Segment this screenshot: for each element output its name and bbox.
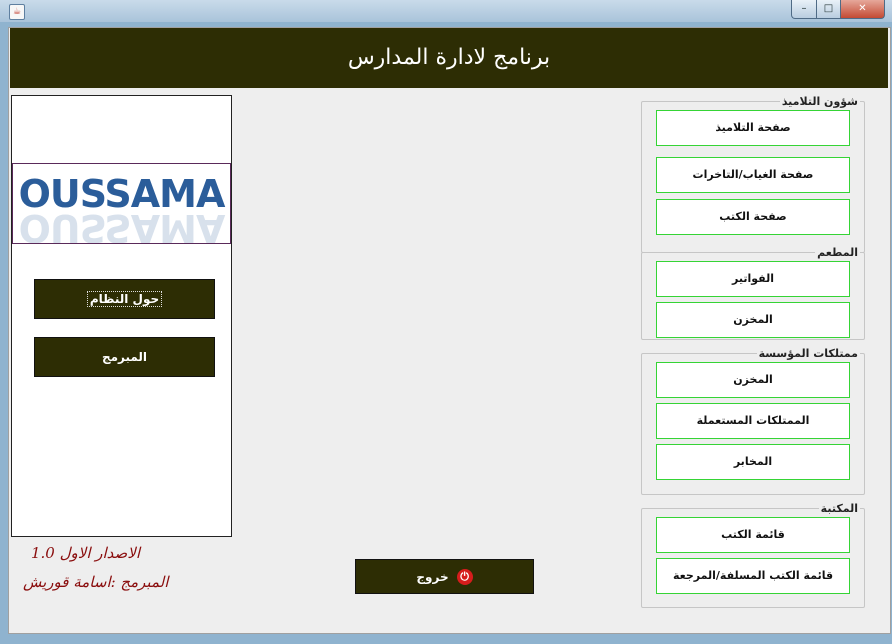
library-group: المكتبة قائمة الكتب قائمة الكتب المسلفة/… (641, 502, 865, 608)
close-button[interactable]: ✕ (841, 0, 885, 19)
minimize-button[interactable]: – (791, 0, 817, 19)
lent-books-list-button[interactable]: قائمة الكتب المسلفة/المرجعة (656, 558, 850, 594)
developer-credit: المبرمج :اسامة قوريش (23, 573, 169, 591)
students-group-title: شؤون التلاميذ (779, 95, 860, 108)
exit-button[interactable]: خروج ⏻ (355, 559, 534, 594)
used-property-button[interactable]: الممتلكات المستعملة (656, 403, 850, 439)
power-icon: ⏻ (456, 568, 473, 585)
library-group-title: المكتبة (818, 502, 860, 515)
title-bar[interactable]: ☕ – □ ✕ (0, 0, 892, 22)
maximize-button[interactable]: □ (817, 0, 841, 19)
window-controls: – □ ✕ (791, 0, 885, 19)
java-app-icon: ☕ (9, 4, 25, 20)
restaurant-storage-button[interactable]: المخزن (656, 302, 850, 338)
restaurant-group: المطعم الفواتير المخزن (641, 246, 865, 340)
property-storage-button[interactable]: المخزن (656, 362, 850, 398)
property-group-title: ممتلكات المؤسسة (756, 347, 860, 360)
version-label: الاصدار الاول 1.0 (31, 544, 141, 562)
logo-reflection: OUSSAMA (18, 206, 225, 244)
students-group: شؤون التلاميذ صفحة التلاميذ صفحة الغياب/… (641, 95, 865, 253)
main-window: برنامج لادارة المدارس OUSSAMA OUSSAMA حو… (8, 27, 891, 634)
about-system-button[interactable]: حول النظام (34, 279, 215, 319)
exit-label: خروج (416, 569, 449, 584)
books-list-button[interactable]: قائمة الكتب (656, 517, 850, 553)
property-group: ممتلكات المؤسسة المخزن الممتلكات المستعم… (641, 347, 865, 495)
sidebar-panel: OUSSAMA OUSSAMA حول النظام المبرمج (11, 95, 232, 537)
developer-button[interactable]: المبرمج (34, 337, 215, 377)
absence-page-button[interactable]: صفحة الغياب/التاخرات (656, 157, 850, 193)
labs-button[interactable]: المخابر (656, 444, 850, 480)
logo: OUSSAMA OUSSAMA (12, 163, 231, 244)
restaurant-group-title: المطعم (815, 246, 860, 259)
about-system-label: حول النظام (86, 291, 163, 307)
page-title: برنامج لادارة المدارس (10, 28, 888, 88)
books-page-button[interactable]: صفحة الكتب (656, 199, 850, 235)
invoices-button[interactable]: الفواتير (656, 261, 850, 297)
students-page-button[interactable]: صفحة التلاميذ (656, 110, 850, 146)
